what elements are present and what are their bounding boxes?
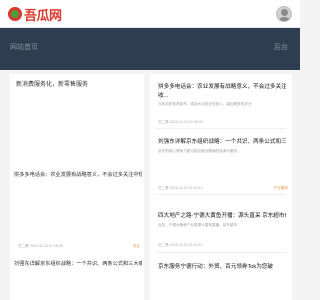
article-tag[interactable]: 农业 xyxy=(133,244,140,249)
nav-banner: 网站首页 后台 xyxy=(0,28,300,70)
article-meta: 花二蛋 2023-11-29 07:05:09 xyxy=(158,120,203,124)
article-title[interactable]: 四大地产之路·宁德大黄鱼开播：源头直采 京东超市价格低于... xyxy=(158,211,286,219)
left-column: 新消费服务化，新零售服务 拼多多电话会：农业发展有战略意义，不会过多关注中短期营… xyxy=(10,74,144,300)
right-column: 拼多多电话会：农业发展有战略意义，不会过多关注中短期营 收... 今年初拼多多宣… xyxy=(150,74,292,300)
article-tag[interactable]: 产业服务 xyxy=(274,186,288,191)
logo-text: 吾瓜网 xyxy=(24,8,62,24)
nav-admin-link[interactable]: 后台 xyxy=(274,42,288,52)
article-title[interactable]: 拼多多电话会：农业发展有战略意义，不会过多关注中短期营 xyxy=(158,82,286,90)
section-title: 新消费服务化，新零售服务 xyxy=(16,82,89,88)
article-summary: 今年初拼多多宣布，将加大对农业的投入，增加更多的农业 xyxy=(158,102,252,106)
divider xyxy=(156,194,286,195)
divider xyxy=(156,128,286,129)
article-title[interactable]: 京东服务宁德行动：外贸、百元领券Tok为您破 xyxy=(158,262,286,270)
article-summary: 近日，宁德大黄鱼产业带源头直采直播，京东超市... xyxy=(158,223,241,227)
top-header: 吾瓜网 xyxy=(0,0,300,28)
divider xyxy=(156,252,286,253)
user-avatar[interactable] xyxy=(276,6,292,22)
article-title-continued[interactable]: 收... xyxy=(158,91,168,99)
article-title[interactable]: 刘强东详解京东组织战略：一个共识、两条公式和三大痛点 xyxy=(14,260,142,267)
article-meta: 花二蛋 2023-11-29 07:05:09 xyxy=(18,244,63,248)
nav-home-link[interactable]: 网站首页 xyxy=(10,42,38,52)
article-meta: 花二蛋 2023-11-22 11:42:12 xyxy=(158,186,203,190)
watermelon-icon xyxy=(8,7,22,21)
article-title[interactable]: 拼多多电话会：农业发展有战略意义，不会过多关注中短期营收... xyxy=(14,171,142,178)
article-meta: 花二蛋 2023-11-22 11:42:12 xyxy=(158,243,203,247)
article-title[interactable]: 刘强东详解京东组织战略：一个共识、两条公式和三大痛点 xyxy=(158,137,286,145)
site-logo[interactable]: 吾瓜网 xyxy=(8,5,62,24)
article-summary: 京东的核心竞争力是以供应链为基础的技术与服务， xyxy=(158,149,241,153)
